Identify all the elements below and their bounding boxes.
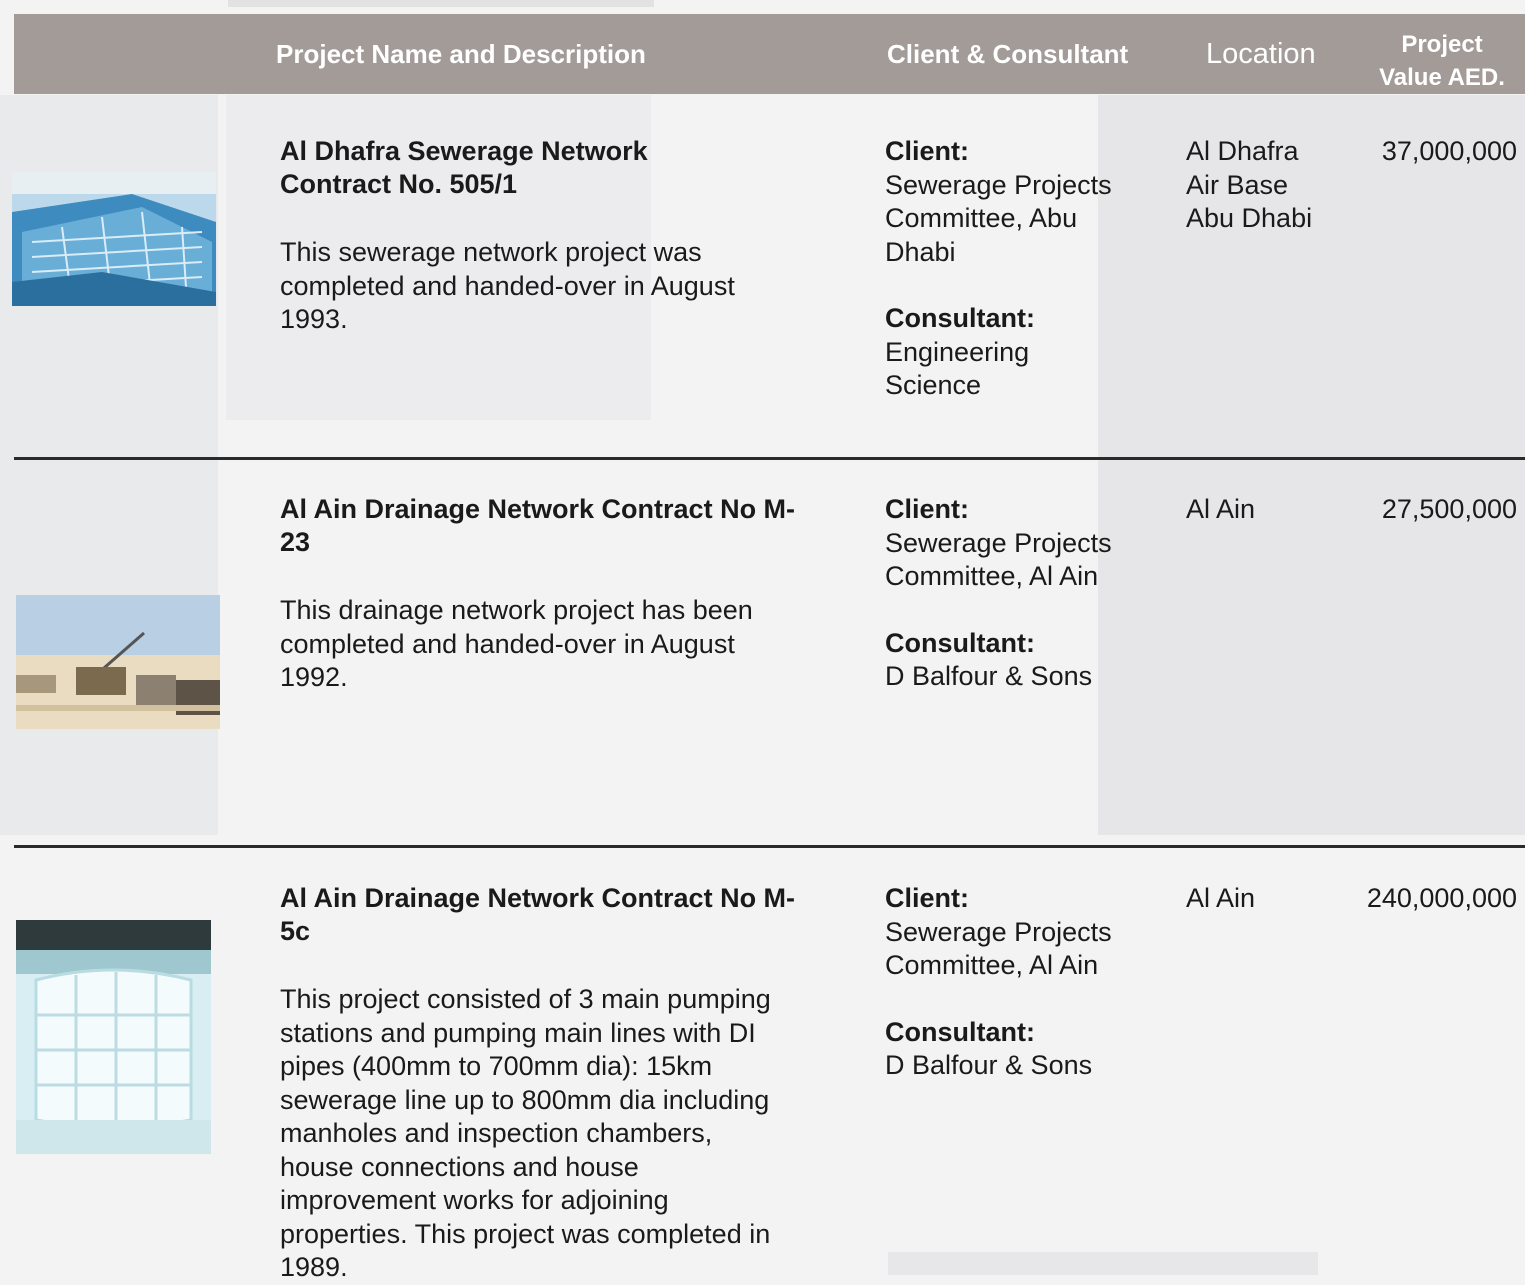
column-header-value: Project Value AED. xyxy=(1372,28,1512,94)
column-header-location: Location xyxy=(1206,38,1316,70)
table-header: Project Name and Description Client & Co… xyxy=(14,14,1525,94)
consultant-label: Consultant: xyxy=(885,627,1035,658)
column-header-value-line1: Project xyxy=(1401,31,1483,58)
project-title: Al Ain Drainage Network Contract No M-5c xyxy=(280,883,796,946)
consultant-label: Consultant: xyxy=(885,1016,1035,1047)
client-label: Client: xyxy=(885,883,969,913)
row-divider xyxy=(14,845,1525,848)
row-divider xyxy=(14,457,1525,460)
project-title: Al Ain Drainage Network Contract No M-23 xyxy=(280,494,796,557)
column-header-value-line2: Value AED. xyxy=(1379,64,1505,91)
consultant-name: D Balfour & Sons xyxy=(885,661,1093,691)
consultant-label: Consultant: xyxy=(885,303,1035,333)
project-description: This drainage network project has been c… xyxy=(280,595,753,692)
client-name: Sewerage Projects Committee, Abu Dhabi xyxy=(885,169,1112,267)
project-photo xyxy=(16,595,220,729)
project-location: Al Ain xyxy=(1186,883,1256,913)
column-header-project-name: Project Name and Description xyxy=(276,39,646,69)
consultant-name: Engineering Science xyxy=(885,336,1030,401)
client-consultant: Client: Sewerage Projects Committee, Al … xyxy=(885,882,1145,1083)
client-label: Client: xyxy=(885,136,969,166)
project-description: This sewerage network project was comple… xyxy=(280,237,735,334)
project-value: 240,000,000 xyxy=(1366,883,1517,913)
column-header-client: Client & Consultant xyxy=(887,39,1129,69)
project-photo xyxy=(16,920,211,1154)
project-title: Al Dhafra Sewerage Network Contract No. … xyxy=(280,136,648,199)
client-consultant: Client: Sewerage Projects Committee, Abu… xyxy=(885,135,1145,403)
client-label: Client: xyxy=(885,494,969,524)
client-name: Sewerage Projects Committee, Al Ain xyxy=(885,916,1112,981)
project-location: Al Ain xyxy=(1186,494,1256,524)
project-description: This project consisted of 3 main pumping… xyxy=(280,984,771,1282)
project-value: 27,500,000 xyxy=(1381,494,1517,524)
consultant-name: D Balfour & Sons xyxy=(885,1050,1093,1080)
project-location: Al Dhafra Air Base Abu Dhabi xyxy=(1186,136,1313,233)
background-panel xyxy=(228,0,654,7)
client-consultant: Client: Sewerage Projects Committee, Al … xyxy=(885,493,1145,694)
project-value: 37,000,000 xyxy=(1381,136,1517,166)
background-panel xyxy=(888,1252,1318,1275)
project-photo xyxy=(12,172,216,306)
client-name: Sewerage Projects Committee, Al Ain xyxy=(885,527,1112,592)
